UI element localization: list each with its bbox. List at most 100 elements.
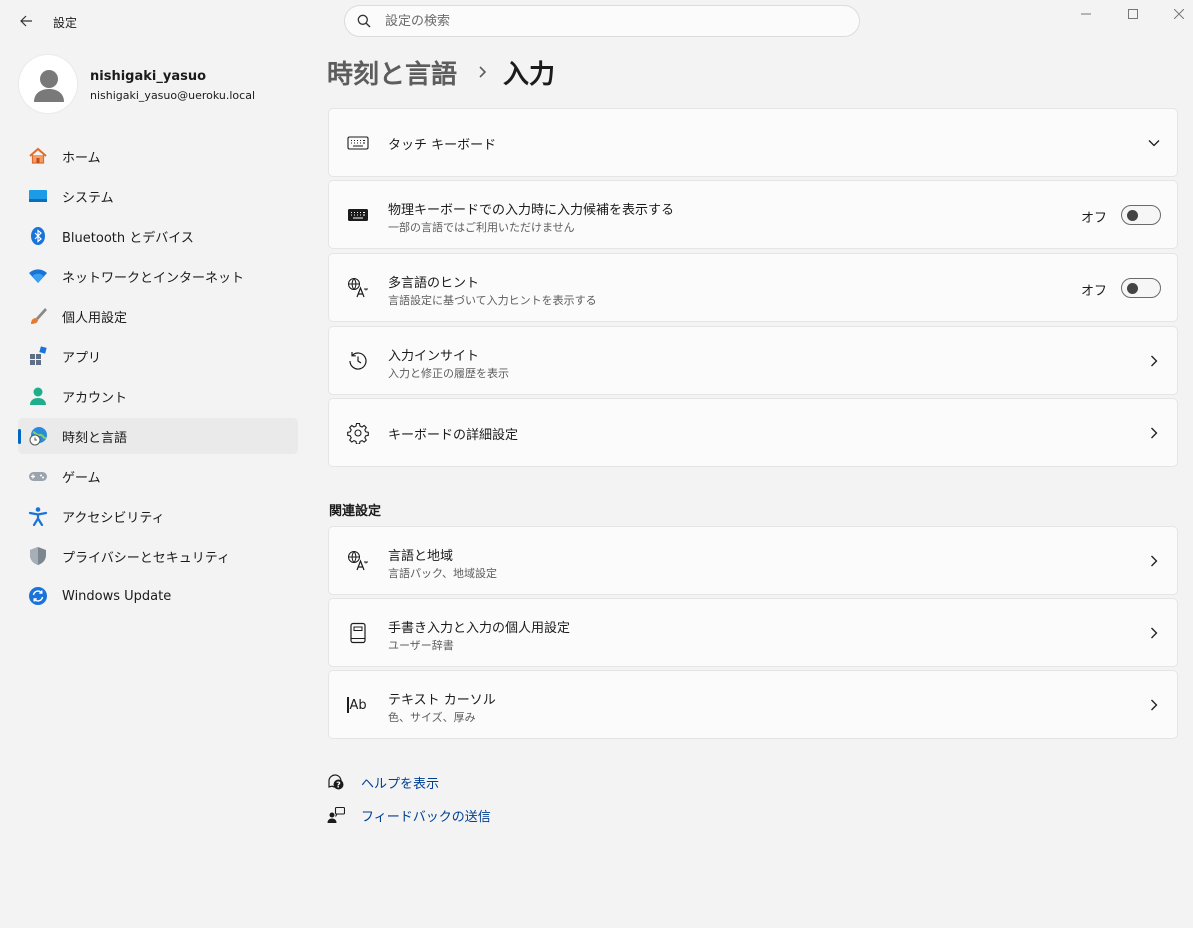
get-help-link[interactable]: ? ヘルプを表示 [326,772,439,792]
bluetooth-icon [28,226,48,246]
sidebar-item-gaming[interactable]: ゲーム [18,458,298,494]
sidebar-item-label: Bluetooth とデバイス [62,230,194,246]
sidebar-item-home[interactable]: ホーム [18,138,298,174]
sidebar-item-label: ゲーム [62,470,101,486]
sidebar-item-label: 時刻と言語 [62,430,128,446]
toggle-knob [1127,283,1138,294]
sidebar-nav: ホーム システム Bluetooth とデバイス ネットワークとインターネット … [18,138,298,618]
brush-icon [28,306,48,326]
physical-keyboard-suggestions-card: 物理キーボードでの入力時に入力候補を表示する 一部の言語ではご利用いただけません… [328,180,1178,249]
apps-icon [28,346,48,366]
chevron-right-icon [1145,424,1163,442]
back-button[interactable] [14,9,38,33]
svg-text:?: ? [336,780,341,789]
account-icon [28,386,48,406]
breadcrumb-parent[interactable]: 時刻と言語 [327,54,457,91]
system-icon [28,186,48,206]
card-title: 言語と地域 [388,549,454,564]
card-subtitle: 一部の言語ではご利用いただけません [388,221,575,234]
language-icon [346,276,370,300]
page-title: 入力 [503,59,556,90]
card-title: キーボードの詳細設定 [388,428,519,443]
maximize-button[interactable] [1113,4,1153,24]
card-title: 物理キーボードでの入力時に入力候補を表示する [388,203,675,218]
card-subtitle: ユーザー辞書 [388,639,454,652]
card-title: 手書き入力と入力の個人用設定 [388,621,571,636]
back-arrow-icon [20,15,32,27]
sidebar-item-time-language[interactable]: 時刻と言語 [18,418,298,454]
sidebar-item-label: Windows Update [62,588,172,604]
help-icon: ? [326,772,346,792]
text-cursor-icon-glyph: Ab [349,697,367,713]
sidebar-item-bluetooth[interactable]: Bluetooth とデバイス [18,218,298,254]
touch-keyboard-card[interactable]: タッチ キーボード [328,108,1178,177]
chevron-down-icon[interactable] [1145,134,1163,152]
app-title: 設定 [53,16,78,30]
help-link-label: ヘルプを表示 [361,776,440,792]
card-title: タッチ キーボード [388,138,497,153]
chevron-right-icon [1145,352,1163,370]
shield-icon [28,546,48,566]
minimize-icon [1081,13,1091,15]
search-box[interactable] [344,5,860,37]
related-settings-heading: 関連設定 [329,504,382,519]
search-input[interactable] [385,13,805,29]
sidebar-item-label: アプリ [62,350,102,366]
keyboard-icon [346,203,370,227]
toggle-state-label: オフ [1080,211,1107,226]
text-cursor-card[interactable]: Ab テキスト カーソル 色、サイズ、厚み [328,670,1178,739]
sidebar-item-label: プライバシーとセキュリティ [62,550,230,566]
chevron-right-icon [1145,624,1163,642]
wifi-icon [28,266,48,286]
maximize-icon [1128,9,1138,19]
sidebar-item-personalization[interactable]: 個人用設定 [18,298,298,334]
chevron-right-icon [1145,552,1163,570]
send-feedback-link[interactable]: フィードバックの送信 [326,805,491,825]
sidebar-item-apps[interactable]: アプリ [18,338,298,374]
multilingual-hints-toggle[interactable] [1121,278,1161,298]
title-bar: 設定 [0,0,1193,42]
advanced-keyboard-settings-card[interactable]: キーボードの詳細設定 [328,398,1178,467]
breadcrumb: 時刻と言語 入力 [327,54,555,90]
accessibility-icon [28,506,48,526]
sidebar-item-privacy[interactable]: プライバシーとセキュリティ [18,538,298,574]
gear-icon [346,421,370,445]
handwriting-personalization-card[interactable]: 手書き入力と入力の個人用設定 ユーザー辞書 [328,598,1178,667]
avatar [18,54,78,114]
history-icon [346,349,370,373]
language-region-card[interactable]: 言語と地域 言語パック、地域設定 [328,526,1178,595]
suggestions-toggle[interactable] [1121,205,1161,225]
sidebar-item-accounts[interactable]: アカウント [18,378,298,414]
feedback-icon [326,805,346,825]
minimize-button[interactable] [1066,4,1106,24]
card-subtitle: 言語パック、地域設定 [388,567,498,580]
gamepad-icon [28,466,48,486]
chevron-right-icon [1145,696,1163,714]
toggle-knob [1127,210,1138,221]
toggle-state-label: オフ [1080,284,1107,299]
feedback-link-label: フィードバックの送信 [361,809,491,825]
card-subtitle: 言語設定に基づいて入力ヒントを表示する [388,294,597,307]
card-title: テキスト カーソル [388,693,496,708]
chevron-right-icon [477,66,487,78]
text-cursor-icon: Ab [346,693,370,717]
sidebar-item-accessibility[interactable]: アクセシビリティ [18,498,298,534]
language-icon [346,549,370,573]
close-button[interactable] [1159,4,1193,24]
touch-keyboard-icon [346,131,370,155]
card-subtitle: 色、サイズ、厚み [388,711,476,724]
sidebar-item-windows-update[interactable]: Windows Update [18,578,298,614]
search-icon [357,14,371,28]
card-title: 多言語のヒント [388,276,480,291]
home-icon [28,146,48,166]
time-language-icon [28,426,48,446]
notebook-icon [346,621,370,645]
sidebar-item-network[interactable]: ネットワークとインターネット [18,258,298,294]
typing-insights-card[interactable]: 入力インサイト 入力と修正の履歴を表示 [328,326,1178,395]
sidebar-item-system[interactable]: システム [18,178,298,214]
sidebar-item-label: アクセシビリティ [62,510,165,526]
user-profile[interactable]: nishigaki_yasuo nishigaki_yasuo@ueroku.l… [18,54,298,114]
card-subtitle: 入力と修正の履歴を表示 [388,367,509,380]
user-avatar-icon [34,70,64,102]
update-icon [28,586,48,606]
